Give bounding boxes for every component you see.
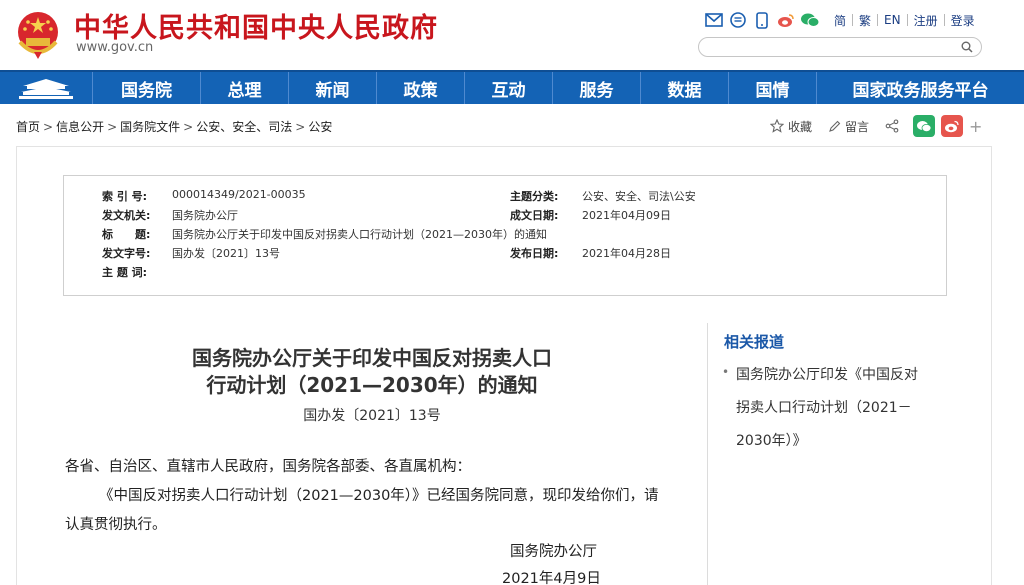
related-link-line: 2030年）》 [736,433,807,449]
related-link-line: 拐卖人口行动计划（2021－ [736,400,912,416]
tiananmen-icon [19,79,73,99]
login-link[interactable]: 登录 [945,12,981,29]
meta-row: 发文字号: 国办发〔2021〕13号 发布日期: 2021年04月28日 [64,245,948,263]
mobile-icon[interactable] [752,11,772,29]
more-share-icon[interactable]: + [969,117,982,136]
meta-row: 标 题: 国务院办公厅关于印发中国反对拐卖人口行动计划（2021—2030年）的… [64,226,948,244]
meta-value-title: 国务院办公厅关于印发中国反对拐卖人口行动计划（2021—2030年）的通知 [172,228,547,241]
traditional-link[interactable]: 繁 [853,12,877,29]
body-text-line: 认真贯彻执行。 [65,517,167,533]
nav-item-policy[interactable]: 政策 [376,72,464,104]
pencil-icon [829,120,841,132]
comment-label: 留言 [845,119,870,134]
nav-item-state-council[interactable]: 国务院 [92,72,200,104]
meta-value-issuer: 国务院办公厅 [172,209,238,222]
main-content: 索 引 号: 000014349/2021-00035 主题分类: 公安、安全、… [16,146,992,585]
nav-item-news[interactable]: 新闻 [288,72,376,104]
star-icon [770,119,784,133]
related-reports: 相关报道 • 国务院办公厅印发《中国反对 拐卖人口行动计划（2021－ 2030… [707,323,967,585]
simplified-link[interactable]: 简 [828,12,852,29]
breadcrumb-public-security-justice[interactable]: 公安、安全、司法 [196,120,292,134]
document-title-line: 行动计划（2021—2030年）的通知 [206,373,538,397]
weibo-icon[interactable] [776,11,796,29]
meta-value-doc-no: 国办发〔2021〕13号 [172,247,280,260]
breadcrumb-bar: 首页 > 信息公开 > 国务院文件 > 公安、安全、司法 > 公安 收藏 留言 + [0,104,1024,146]
breadcrumb-state-council-docs[interactable]: 国务院文件 [120,120,180,134]
main-nav: 国务院 总理 新闻 政策 互动 服务 数据 国情 国家政务服务平台 [0,70,1024,104]
search-input[interactable] [709,39,949,55]
site-url: www.gov.cn [76,40,154,55]
nav-item-services[interactable]: 服务 [552,72,640,104]
meta-value-index-no: 000014349/2021-00035 [172,188,306,201]
nav-item-service-platform[interactable]: 国家政务服务平台 [816,72,1024,104]
email-icon[interactable] [704,11,724,29]
search-icon[interactable] [961,41,973,53]
meta-value-written-date: 2021年04月09日 [582,209,671,222]
wechat-icon[interactable] [800,11,820,29]
nav-home[interactable] [0,72,92,104]
meta-label: 主题分类: [510,190,559,203]
share-wechat-button[interactable] [913,115,936,137]
signature-date: 2021年4月9日 [502,571,601,585]
share-weibo-button[interactable] [941,115,964,137]
breadcrumb-home[interactable]: 首页 [16,120,40,134]
breadcrumb-info-disclosure[interactable]: 信息公开 [56,120,104,134]
meta-label: 发文机关: [102,209,151,222]
meta-value-publish-date: 2021年04月28日 [582,247,671,260]
related-report-link[interactable]: 国务院办公厅印发《中国反对 拐卖人口行动计划（2021－ 2030年）》 [736,359,946,458]
related-reports-title: 相关报道 [724,333,785,351]
wechat-icon [917,120,932,132]
share-button[interactable] [885,119,903,133]
favorite-button[interactable]: 收藏 [770,118,812,135]
meta-row: 主 题 词: [64,264,948,282]
meta-label: 成文日期: [510,209,559,222]
weibo-icon [945,120,959,132]
favorite-label: 收藏 [788,119,813,134]
nav-item-data[interactable]: 数据 [640,72,728,104]
english-link[interactable]: EN [878,13,907,27]
document-title-line: 国务院办公厅关于印发中国反对拐卖人口 [192,346,552,370]
site-header: 中华人民共和国中央人民政府 www.gov.cn 简 繁 EN 注册 登录 [0,0,1024,70]
register-link[interactable]: 注册 [908,12,944,29]
document-title: 国务院办公厅关于印发中国反对拐卖人口 行动计划（2021—2030年）的通知 [87,345,657,399]
search-box[interactable] [698,37,982,57]
meta-label: 索 引 号: [102,190,148,203]
meta-label: 主 题 词: [102,266,148,279]
meta-row: 发文机关: 国务院办公厅 成文日期: 2021年04月09日 [64,207,948,225]
signature: 国务院办公厅 [510,544,597,560]
nav-item-premier[interactable]: 总理 [200,72,288,104]
document-metadata-table: 索 引 号: 000014349/2021-00035 主题分类: 公安、安全、… [63,175,947,296]
nav-item-interaction[interactable]: 互动 [464,72,552,104]
breadcrumb-public-security[interactable]: 公安 [308,120,332,134]
meta-label: 标 题: [102,228,151,241]
document-number: 国办发〔2021〕13号 [303,408,441,424]
page-actions: 收藏 留言 + [770,115,982,137]
meta-label: 发文字号: [102,247,151,260]
share-icon [885,119,899,133]
nav-item-national-info[interactable]: 国情 [728,72,816,104]
related-link-line: 国务院办公厅印发《中国反对 [736,367,918,383]
message-icon[interactable] [728,11,748,29]
comment-button[interactable]: 留言 [828,118,869,135]
meta-value-category: 公安、安全、司法\公安 [582,190,696,203]
meta-label: 发布日期: [510,247,559,260]
breadcrumb: 首页 > 信息公开 > 国务院文件 > 公安、安全、司法 > 公安 [16,120,333,134]
meta-row: 索 引 号: 000014349/2021-00035 主题分类: 公安、安全、… [64,188,948,206]
body-text-line: 《中国反对拐卖人口行动计划（2021—2030年）》已经国务院同意，现印发给你们… [99,488,659,504]
salutation: 各省、自治区、直辖市人民政府，国务院各部委、各直属机构： [65,459,471,475]
national-emblem-icon[interactable] [14,8,62,60]
top-tools: 简 繁 EN 注册 登录 [704,10,981,30]
bullet-icon: • [722,365,730,379]
